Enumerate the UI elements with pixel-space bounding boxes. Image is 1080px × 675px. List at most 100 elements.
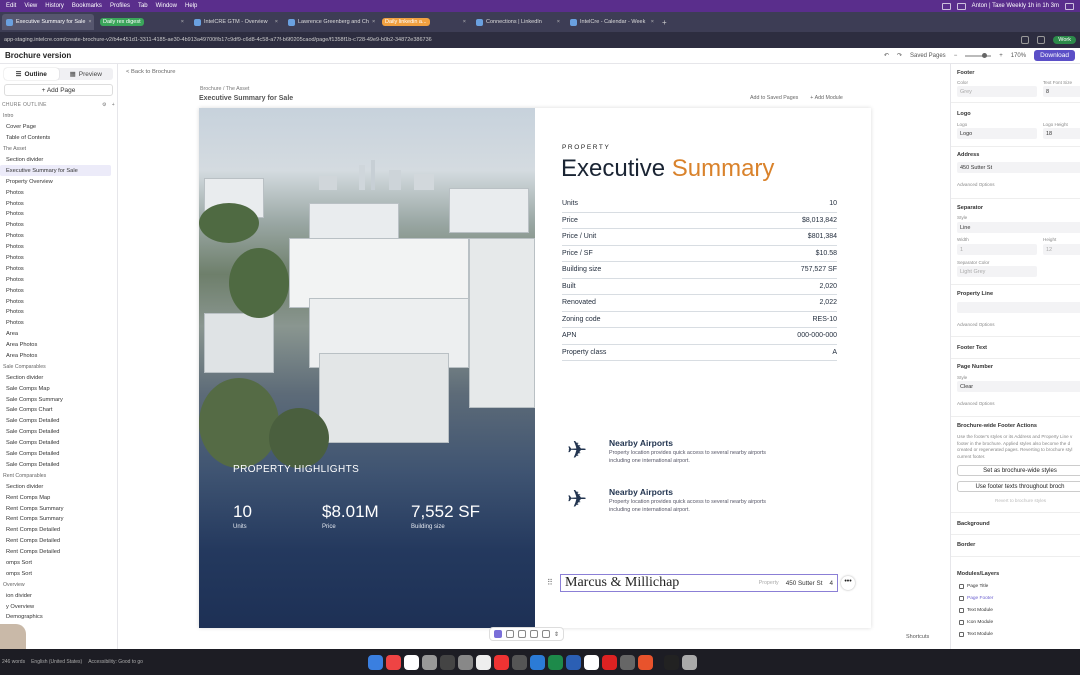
tab-outline[interactable]: ☰ Outline (4, 68, 59, 80)
more-options-icon[interactable]: ••• (841, 576, 855, 590)
url-field[interactable]: app-staging.intelcre.com/create-brochure… (4, 37, 1021, 43)
menu-bookmarks[interactable]: Bookmarks (72, 3, 102, 9)
browser-tab[interactable]: IntelCre - Calendar - Week × (566, 14, 658, 30)
close-icon[interactable]: × (557, 19, 560, 25)
outline-page-item[interactable]: Photos (0, 318, 117, 329)
airport-module[interactable]: ✈ Nearby Airports Property location provi… (567, 438, 784, 466)
outline-page-item[interactable]: Cover Page (0, 122, 117, 133)
outline-page-item[interactable]: Area Photos (0, 340, 117, 351)
menu-view[interactable]: View (24, 3, 37, 9)
property-photo[interactable]: PROPERTY HIGHLIGHTS 10 Units $8.01M Price … (199, 108, 535, 628)
outline-page-item[interactable]: Photos (0, 198, 117, 209)
outline-page-item[interactable]: Photos (0, 209, 117, 220)
browser-tab[interactable]: Daily linkedin a... × (378, 14, 470, 30)
add-to-saved-pages-button[interactable]: Add to Saved Pages (750, 95, 798, 101)
outline-page-item[interactable]: Rent Comps Summary (0, 514, 117, 525)
outline-page-item[interactable]: y Overview (0, 601, 117, 612)
property-facts-table[interactable]: Units 10 Price $8,013,842 Price / Unit $801,3… (562, 196, 837, 361)
page-footer[interactable]: Marcus & Millichap Property 450 Sutter S… (560, 574, 838, 592)
trash-icon[interactable] (682, 654, 697, 670)
undo-icon[interactable] (506, 630, 514, 638)
menubar-status-text[interactable]: Anton | Taxe Weekly 1h in 1h 3m (972, 3, 1059, 9)
outline-page-item[interactable]: Rent Comps Detailed (0, 536, 117, 547)
property-line-input[interactable] (957, 302, 1080, 313)
outline-page-item[interactable]: Sale Comps Detailed (0, 438, 117, 449)
outline-page-item[interactable]: omps Sort (0, 558, 117, 569)
add-section-icon[interactable]: + (112, 102, 115, 108)
text-size-input[interactable]: 8 (1043, 86, 1080, 97)
menu-history[interactable]: History (45, 3, 64, 9)
browser-tab[interactable]: IntelCRE GTM - Overview × (190, 14, 282, 30)
download-button[interactable]: Download (1034, 50, 1075, 61)
close-icon[interactable]: × (275, 19, 278, 25)
zoom-level[interactable]: 170% (1011, 53, 1026, 59)
layout-icon[interactable] (542, 630, 550, 638)
app-icon[interactable] (620, 654, 635, 670)
outline-section[interactable]: Sale Comparables (0, 361, 117, 372)
app-icon[interactable] (440, 654, 455, 670)
outline-page-item[interactable]: Photos (0, 187, 117, 198)
outline-page-item[interactable]: ion divider (0, 590, 117, 601)
settings-icon[interactable]: ⚙ (102, 102, 107, 108)
calendar-icon[interactable] (404, 654, 419, 670)
outline-page-item[interactable]: Photos (0, 242, 117, 253)
outline-page-item[interactable]: Section divider (0, 155, 117, 166)
app-icon[interactable] (638, 654, 653, 670)
close-icon[interactable]: × (372, 19, 375, 25)
separator-color-select[interactable]: Light Grey (957, 266, 1037, 277)
logo-height-input[interactable]: 18 (1043, 128, 1080, 139)
layer-item[interactable]: Page Title (959, 584, 988, 589)
saved-pages-button[interactable]: Saved Pages (910, 53, 946, 59)
app-icon[interactable] (530, 654, 545, 670)
mail-icon[interactable] (386, 654, 401, 670)
outline-page-item[interactable]: Rent Comps Summary (0, 503, 117, 514)
outline-page-item[interactable]: Sale Comps Detailed (0, 460, 117, 471)
zoom-in-icon[interactable]: + (999, 53, 1003, 59)
back-to-brochure-link[interactable]: < Back to Brochure (126, 69, 175, 75)
executive-summary-title[interactable]: Executive Summary (561, 155, 774, 183)
close-icon[interactable]: × (88, 19, 91, 25)
border-heading[interactable]: Border (957, 542, 975, 548)
outline-section[interactable]: Rent Comparables (0, 470, 117, 481)
outline-page-item[interactable]: Rent Comps Detailed (0, 525, 117, 536)
outline-page-item[interactable]: Photos (0, 274, 117, 285)
menu-profiles[interactable]: Profiles (110, 3, 130, 9)
color-select[interactable]: Grey (957, 86, 1037, 97)
add-module-button[interactable]: + Add Module (810, 95, 843, 101)
redo-icon[interactable]: ↷ (897, 52, 902, 59)
excel-icon[interactable] (548, 654, 563, 670)
zoom-slider[interactable] (965, 52, 992, 58)
outline-page-item[interactable]: Photos (0, 231, 117, 242)
outline-page-item[interactable]: Area Photos (0, 351, 117, 362)
app-icon[interactable] (458, 654, 473, 670)
word-icon[interactable] (566, 654, 581, 670)
breadcrumb[interactable]: Brochure / The Asset (200, 86, 249, 92)
outline-page-item[interactable]: Photos (0, 307, 117, 318)
outline-page-item[interactable]: Section divider (0, 372, 117, 383)
outline-page-item[interactable]: Sale Comps Detailed (0, 416, 117, 427)
outline-page-item[interactable]: Rent Comps Detailed (0, 547, 117, 558)
terminal-icon[interactable] (664, 654, 679, 670)
comment-icon[interactable] (530, 630, 538, 638)
notion-icon[interactable] (476, 654, 491, 670)
settings-icon[interactable] (422, 654, 437, 670)
use-footer-texts-button[interactable]: Use footer texts throughout broch (957, 481, 1080, 492)
outline-page-item[interactable]: Photos (0, 296, 117, 307)
acrobat-icon[interactable] (602, 654, 617, 670)
browser-tab[interactable]: Executive Summary for Sale × (2, 14, 94, 30)
outline-page-item[interactable]: Area (0, 329, 117, 340)
browser-tab[interactable]: Daily rex digest × (96, 14, 188, 30)
background-heading[interactable]: Background (957, 521, 990, 527)
image-icon[interactable] (518, 630, 526, 638)
outline-page-item[interactable]: Demographics (0, 612, 117, 623)
outline-page-item[interactable]: Sale Comps Detailed (0, 427, 117, 438)
outline-page-item[interactable]: Executive Summary for Sale (0, 165, 111, 177)
revert-link[interactable]: Revert to brochure styles (995, 498, 1046, 503)
outline-section[interactable]: Intro (0, 111, 117, 122)
logo-select[interactable]: Logo (957, 128, 1037, 139)
layer-item[interactable]: Text Module (959, 632, 993, 637)
page-number-style-select[interactable]: Clear (957, 381, 1080, 392)
shortcuts-button[interactable]: Shortcuts (906, 634, 929, 640)
outline-page-item[interactable]: Photos (0, 263, 117, 274)
advanced-options-link[interactable]: Advanced Options (957, 182, 995, 187)
